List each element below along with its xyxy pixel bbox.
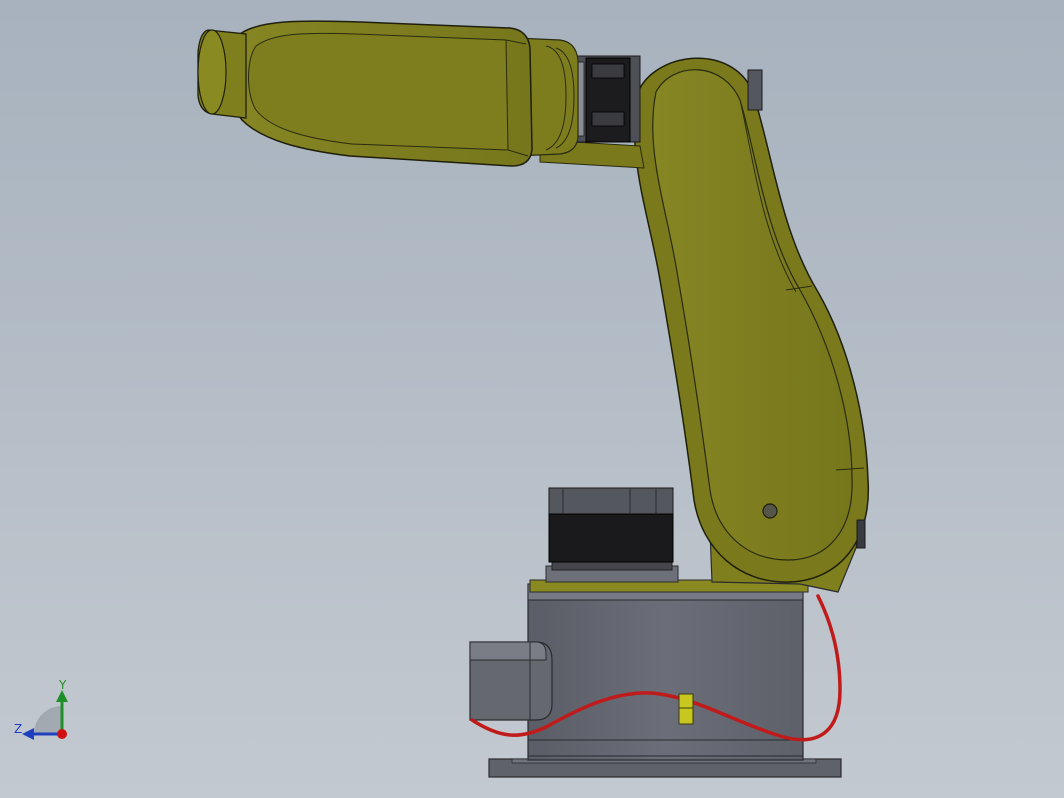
base-cylinder: [527, 583, 804, 761]
shoulder-bracket: [856, 519, 866, 549]
motor-body: [548, 513, 674, 563]
motor-cap: [548, 487, 674, 515]
wrist-face: [197, 29, 227, 115]
base-motor[interactable]: [545, 487, 679, 583]
z-axis-arrow: [22, 728, 34, 740]
z-axis-label: Z: [14, 722, 23, 736]
elbow-bolt: [762, 503, 778, 519]
connector-top: [469, 641, 547, 661]
x-axis-dot: [57, 729, 67, 739]
y-axis-label: Y: [59, 678, 67, 692]
side-connector[interactable]: [469, 641, 553, 721]
robot-arm-model[interactable]: [0, 0, 1064, 798]
graphics-viewport[interactable]: Y Z: [0, 0, 1064, 798]
triad-plane: [34, 706, 62, 734]
elbow-bracket: [747, 69, 763, 111]
cable-clip: [678, 693, 694, 725]
orientation-triad: Y Z: [10, 676, 80, 746]
